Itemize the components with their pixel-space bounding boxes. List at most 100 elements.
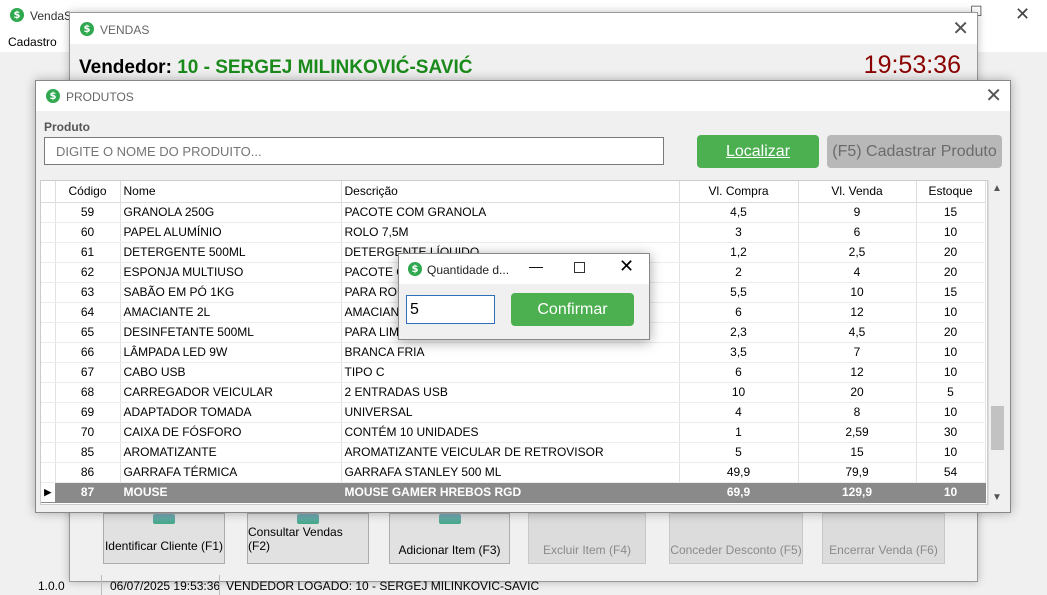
table-cell: 65 [55,322,121,343]
close-icon[interactable]: ✕ [619,256,634,277]
produto-label: Produto [44,120,90,134]
cart-icon [438,514,461,524]
table-row[interactable]: 59 GRANOLA 250G PACOTE COM GRANOLA 4,5 9 15 [41,202,986,223]
table-cell: 69,9 [679,482,799,503]
table-cell: 10 [916,482,986,503]
close-icon[interactable]: ✕ [952,16,969,41]
table-cell: 85 [55,442,121,463]
table-row[interactable]: ▶ 87 MOUSE MOUSE GAMER HREBOS RGD 69,9 129,9 1… [41,482,986,503]
row-header[interactable] [41,242,56,263]
vertical-scrollbar[interactable]: ▲ ▼ [988,180,1005,505]
minimize-icon[interactable]: — [529,258,543,274]
table-cell: 49,9 [679,462,799,483]
table-cell: 60 [55,222,121,243]
quantity-input[interactable] [406,295,495,324]
table-row[interactable]: 86 GARRAFA TÉRMICA GARRAFA STANLEY 500 ML 4… [41,462,986,483]
localizar-button[interactable]: Localizar [697,135,819,168]
row-header[interactable] [41,422,56,443]
column-header[interactable]: Nome [120,181,342,203]
table-cell: 2,59 [798,422,917,443]
search-sales-icon [297,514,319,524]
table-cell: 10 [916,362,986,383]
scroll-down-icon[interactable]: ▼ [992,492,1002,503]
encerrar-venda-button[interactable]: Encerrar Venda (F6) [822,513,945,564]
table-cell: AMACIANTE 2L [120,302,342,323]
maximize-icon[interactable] [574,262,585,273]
table-cell: 20 [798,382,917,403]
table-cell: 3 [679,222,799,243]
scroll-up-icon[interactable]: ▲ [992,183,1002,194]
button-label: Consultar Vendas (F2) [248,525,343,553]
table-row[interactable]: 66 LÂMPADA LED 9W BRANCA FRIA 3,5 7 10 [41,342,986,363]
table-cell: CONTÉM 10 UNIDADES [341,422,680,443]
identificar-cliente-button[interactable]: Identificar Cliente (F1) [103,513,225,564]
table-cell: TIPO C [341,362,680,383]
consultar-vendas-button[interactable]: Consultar Vendas (F2) [247,513,369,564]
table-row[interactable]: 70 CAIXA DE FÓSFORO CONTÉM 10 UNIDADES 1 2,5… [41,422,986,443]
column-header[interactable]: Descrição [341,181,680,203]
table-cell: AROMATIZANTE [120,442,342,463]
row-header[interactable] [41,442,56,463]
button-label: Identificar Cliente (F1) [104,539,224,553]
table-cell: SABÃO EM PÓ 1KG [120,282,342,303]
column-header[interactable]: Código [55,181,121,203]
row-header[interactable] [41,462,56,483]
table-cell: 4 [798,262,917,283]
table-cell: 1 [679,422,799,443]
row-header[interactable] [41,382,56,403]
row-header[interactable] [41,262,56,283]
status-divider [219,575,220,595]
close-icon[interactable]: ✕ [1015,4,1030,25]
menu-cadastro[interactable]: Cadastro [8,35,57,49]
excluir-item-button[interactable]: Excluir Item (F4) [528,513,646,564]
row-header[interactable] [41,302,56,323]
table-cell: MOUSE [120,482,342,503]
column-header[interactable]: Vl. Compra [679,181,799,203]
row-header[interactable] [41,282,56,303]
adicionar-item-button[interactable]: Adicionar Item (F3) [389,513,510,564]
row-header[interactable]: ▶ [41,482,56,503]
table-row[interactable]: 69 ADAPTADOR TOMADA UNIVERSAL 4 8 10 [41,402,986,423]
row-header[interactable] [41,222,56,243]
table-row[interactable]: 60 PAPEL ALUMÍNIO ROLO 7,5M 3 6 10 [41,222,986,243]
table-cell: PAPEL ALUMÍNIO [120,222,342,243]
table-cell: 4 [679,402,799,423]
products-grid[interactable]: Código Nome Descrição Vl. Compra Vl. Ven… [40,180,988,505]
column-header[interactable]: Estoque [916,181,986,203]
cadastrar-produto-button[interactable]: (F5) Cadastrar Produto [827,135,1002,168]
table-cell: 66 [55,342,121,363]
row-header[interactable] [41,202,56,223]
table-row[interactable]: 67 CABO USB TIPO C 6 12 10 [41,362,986,383]
vendedor-label: Vendedor: [79,57,172,78]
table-cell: 54 [916,462,986,483]
conceder-desconto-button[interactable]: Conceder Desconto (F5) [669,513,803,564]
table-cell: 15 [916,202,986,223]
app-logo-icon: $ [80,22,94,36]
table-cell: 10 [916,402,986,423]
column-header[interactable]: Vl. Venda [798,181,917,203]
table-cell: BRANCA FRIA [341,342,680,363]
row-header[interactable] [41,402,56,423]
button-label: Encerrar Venda (F6) [829,543,938,557]
table-cell: 61 [55,242,121,263]
table-cell: 2,5 [798,242,917,263]
row-header[interactable] [41,322,56,343]
row-header[interactable] [41,342,56,363]
confirmar-button[interactable]: Confirmar [511,293,634,326]
row-header[interactable] [41,362,56,383]
table-cell: 69 [55,402,121,423]
table-cell: 3,5 [679,342,799,363]
table-cell: DETERGENTE 500ML [120,242,342,263]
close-icon[interactable]: ✕ [985,83,1002,108]
search-input[interactable] [44,137,664,165]
table-cell: CABO USB [120,362,342,383]
table-cell: 4,5 [679,202,799,223]
status-user: VENDEDOR LOGADO: 10 - SERGEJ MILINKOVIC-… [226,579,540,593]
app-logo-icon: $ [46,89,60,103]
table-cell: 10 [916,442,986,463]
table-cell: GRANOLA 250G [120,202,342,223]
table-cell: 68 [55,382,121,403]
scroll-thumb[interactable] [991,406,1004,450]
table-row[interactable]: 68 CARREGADOR VEICULAR 2 ENTRADAS USB 10 20 5 [41,382,986,403]
table-row[interactable]: 85 AROMATIZANTE AROMATIZANTE VEICULAR DE R… [41,442,986,463]
